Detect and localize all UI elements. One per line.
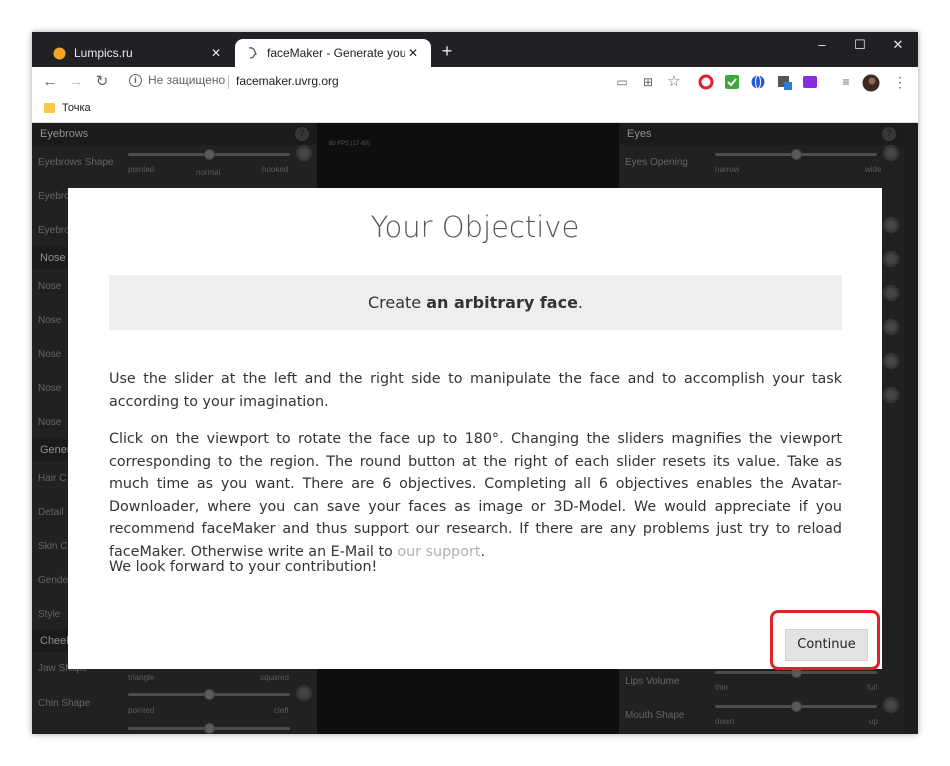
site-info[interactable]: i Не защищено xyxy=(129,73,225,87)
task-prefix: Create xyxy=(367,293,427,312)
profile-avatar[interactable] xyxy=(862,74,880,92)
url-divider xyxy=(228,75,229,89)
task-highlight: an arbitrary face xyxy=(426,293,578,312)
checkmark-extension-icon[interactable] xyxy=(724,74,740,90)
menu-kebab-icon[interactable]: ⋮ xyxy=(892,74,908,90)
orange-circle-icon xyxy=(52,46,66,60)
purple-extension-icon[interactable] xyxy=(802,74,818,90)
close-tab-icon[interactable]: ✕ xyxy=(405,46,421,60)
close-window-button[interactable]: ✕ xyxy=(878,32,918,58)
reading-list-icon[interactable]: ≡ xyxy=(838,74,854,90)
tab-facemaker[interactable]: faceMaker - Generate your favou ✕ xyxy=(235,39,431,67)
task-box: Create an arbitrary face. xyxy=(109,275,842,330)
closing-paragraph: We look forward to your contribution! xyxy=(109,559,378,575)
instructions-paragraph-2: Click on the viewport to rotate the face… xyxy=(109,428,842,563)
address-bar[interactable]: facemaker.uvrg.org xyxy=(236,74,339,88)
tab-title: faceMaker - Generate your favou xyxy=(267,46,405,60)
modal-backdrop: Your Objective Create an arbitrary face.… xyxy=(32,123,918,734)
tab-lumpics[interactable]: Lumpics.ru ✕ xyxy=(42,39,234,67)
bookmarks-bar: Точка xyxy=(32,97,918,123)
browser-window: Lumpics.ru ✕ faceMaker - Generate your f… xyxy=(32,32,918,734)
reload-button[interactable]: ↻ xyxy=(92,72,112,92)
folder-icon xyxy=(44,103,55,113)
bookmark-star-icon[interactable]: ☆ xyxy=(666,74,682,90)
new-tab-button[interactable]: + xyxy=(437,41,457,61)
maximize-button[interactable]: ☐ xyxy=(840,32,880,58)
minimize-button[interactable]: – xyxy=(802,32,842,58)
opera-icon[interactable] xyxy=(698,74,714,90)
tab-title: Lumpics.ru xyxy=(74,46,133,60)
navigation-toolbar: ← → ↻ i Не защищено facemaker.uvrg.org ▭… xyxy=(32,67,918,97)
package-extension-icon[interactable] xyxy=(776,74,792,90)
bookmark-folder[interactable]: Точка xyxy=(44,102,91,114)
instructions-paragraph-1: Use the slider at the left and the right… xyxy=(109,371,842,410)
forward-button[interactable]: → xyxy=(66,72,86,92)
highlight-frame: Continue xyxy=(770,610,880,670)
translate-icon[interactable]: ⊞ xyxy=(640,74,656,90)
info-icon: i xyxy=(129,73,142,87)
continue-button[interactable]: Continue xyxy=(785,629,868,661)
dialog-title: Your Objective xyxy=(370,210,580,244)
paragraph-text: Click on the viewport to rotate the face… xyxy=(109,431,842,560)
back-button[interactable]: ← xyxy=(40,72,60,92)
page-content: Eyebrows ? Eyebrows Shape pointed normal… xyxy=(32,123,918,734)
bookmark-label: Точка xyxy=(62,102,91,114)
task-suffix: . xyxy=(577,293,584,312)
face-profile-icon xyxy=(245,46,259,60)
close-tab-icon[interactable]: ✕ xyxy=(208,46,224,60)
cast-icon[interactable]: ▭ xyxy=(614,74,630,90)
security-label: Не защищено xyxy=(148,73,226,87)
globe-extension-icon[interactable] xyxy=(750,74,766,90)
objective-dialog: Your Objective Create an arbitrary face.… xyxy=(68,188,882,670)
tab-strip: Lumpics.ru ✕ faceMaker - Generate your f… xyxy=(32,32,918,67)
